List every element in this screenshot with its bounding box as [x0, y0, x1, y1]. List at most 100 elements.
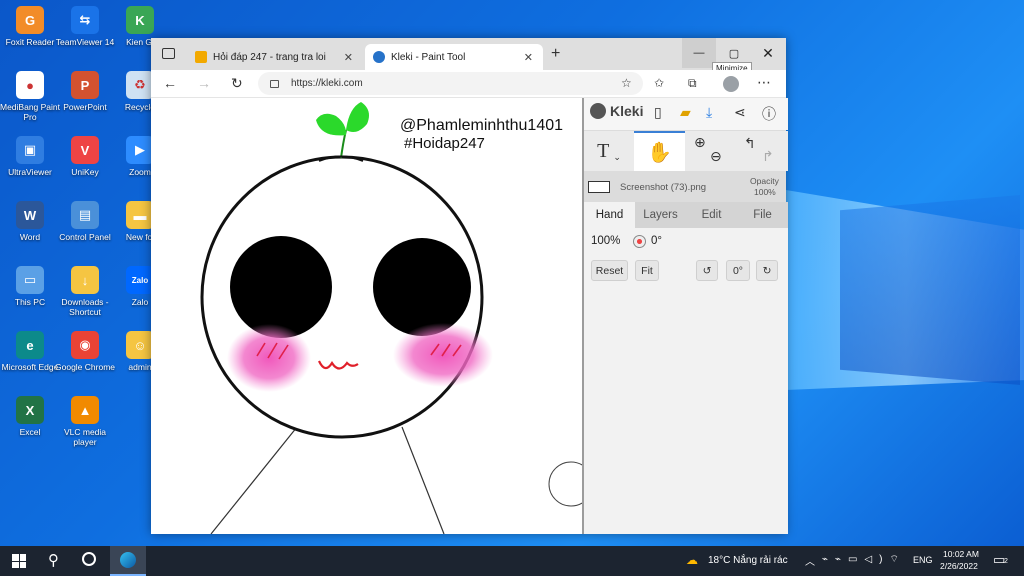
- desktop-app-icon: W: [16, 201, 44, 229]
- tray-chevron-icon[interactable]: ︿: [805, 553, 815, 568]
- desktop-app-icon: ▣: [16, 136, 44, 164]
- desktop-icon-label: Word: [19, 232, 41, 242]
- rotation-reset-button[interactable]: 0°: [726, 260, 750, 281]
- kleki-tabs: Hand Layers Edit File: [584, 202, 788, 228]
- desktop-icon[interactable]: ⇆ TeamViewer 14: [55, 6, 115, 47]
- hand-tool-icon[interactable]: ✋: [634, 131, 685, 171]
- share-icon[interactable]: ⋖: [734, 104, 746, 121]
- desktop-icon[interactable]: W Word: [0, 201, 60, 242]
- desktop-icon-label: UltraViewer: [8, 167, 52, 177]
- desktop-app-icon: ↓: [71, 266, 99, 294]
- close-tab-icon[interactable]: ✕: [524, 51, 533, 64]
- tray-icons[interactable]: ⌁⌁▭◁)⌔: [822, 553, 906, 566]
- layer-thumbnail: [588, 181, 610, 193]
- weather-text[interactable]: 18°C Nắng rải rác: [708, 555, 788, 566]
- desktop-icon[interactable]: ▭ This PC: [0, 266, 60, 307]
- taskbar: ⚲ ☁ 18°C Nắng rải rác ︿ ⌁⌁▭◁)⌔ ENG 10:02…: [0, 546, 1024, 576]
- clock-date[interactable]: 2/26/2022: [940, 561, 978, 571]
- kleki-favicon-icon: [373, 51, 385, 63]
- opacity-label: Opacity: [750, 176, 779, 186]
- zoom-in-icon[interactable]: ⊕: [694, 134, 706, 151]
- undo-icon[interactable]: ↰: [744, 135, 756, 152]
- desktop-app-icon: ◉: [71, 331, 99, 359]
- drawing-canvas[interactable]: @Phamleminhthu1401 #Hoidap247: [151, 98, 582, 534]
- edge-taskbar-icon[interactable]: [110, 546, 146, 576]
- desktop-icon[interactable]: e Microsoft Edge: [0, 331, 60, 372]
- refresh-icon[interactable]: ↻: [231, 75, 243, 92]
- tab-edit[interactable]: Edit: [686, 202, 737, 228]
- desktop-icon[interactable]: ● MediBang Paint Pro: [0, 71, 60, 122]
- redo-icon[interactable]: ↱: [762, 148, 774, 165]
- desktop-icon[interactable]: V UniKey: [55, 136, 115, 177]
- add-favorite-icon[interactable]: ☆: [621, 76, 632, 90]
- back-icon[interactable]: ←: [163, 75, 177, 91]
- layer-row[interactable]: Screenshot (73).png Opacity 100%: [584, 174, 788, 200]
- more-menu-icon[interactable]: ⋯: [757, 74, 771, 91]
- tab-kleki[interactable]: Kleki - Paint Tool ✕: [365, 44, 543, 70]
- kleki-logo-icon: [590, 103, 606, 119]
- body-left-line: [210, 426, 298, 534]
- tab-strip: Hỏi đáp 247 - trang tra loi ✕ Kleki - Pa…: [151, 38, 786, 70]
- desktop-app-icon: ▶: [126, 136, 154, 164]
- kleki-logo[interactable]: Kleki: [590, 103, 643, 119]
- desktop-icon[interactable]: X Excel: [0, 396, 60, 437]
- clock-time[interactable]: 10:02 AM: [943, 549, 979, 559]
- lock-icon: [270, 79, 279, 88]
- desktop-icon[interactable]: ▣ UltraViewer: [0, 136, 60, 177]
- desktop-icon[interactable]: P PowerPoint: [55, 71, 115, 112]
- desktop-icon[interactable]: ◉ Google Chrome: [55, 331, 115, 372]
- fit-button[interactable]: Fit: [635, 260, 659, 281]
- forward-icon[interactable]: →: [197, 75, 211, 91]
- watermark-line1: @Phamleminhthu1401: [400, 117, 564, 134]
- desktop-icon[interactable]: ↓ Downloads - Shortcut: [55, 266, 115, 317]
- desktop-app-icon: Zalo: [126, 266, 154, 294]
- help-icon[interactable]: ⓘ: [762, 104, 776, 124]
- desktop-icon[interactable]: ▲ VLC media player: [55, 396, 115, 447]
- text-tool[interactable]: T ⌄: [584, 131, 634, 171]
- open-folder-icon[interactable]: ▰: [680, 104, 691, 121]
- reset-button[interactable]: Reset: [591, 260, 628, 281]
- desktop-icon[interactable]: ▤ Control Panel: [55, 201, 115, 242]
- watermark-line2: #Hoidap247: [404, 135, 485, 152]
- weather-icon: ☁: [686, 553, 698, 567]
- right-eye: [373, 238, 471, 336]
- search-icon[interactable]: ⚲: [48, 551, 59, 569]
- language-indicator[interactable]: ENG: [913, 555, 933, 565]
- task-view-icon[interactable]: [82, 552, 96, 566]
- hoidap-favicon-icon: [195, 51, 207, 63]
- rotate-right-icon[interactable]: ↻: [756, 260, 778, 281]
- download-icon[interactable]: ⤓: [706, 104, 712, 121]
- tab-hand[interactable]: Hand: [584, 202, 635, 228]
- start-icon[interactable]: [12, 554, 26, 568]
- body-right-line: [401, 426, 445, 534]
- tab-hoidap[interactable]: Hỏi đáp 247 - trang tra loi ✕: [187, 44, 363, 70]
- tab-file[interactable]: File: [737, 202, 788, 228]
- address-bar[interactable]: https://kleki.com: [258, 72, 643, 95]
- profile-avatar[interactable]: [723, 76, 739, 92]
- favorites-icon[interactable]: ✩: [654, 76, 664, 90]
- desktop-app-icon: ▤: [71, 201, 99, 229]
- url-text: https://kleki.com: [291, 78, 363, 89]
- tab-actions-icon[interactable]: [162, 48, 175, 59]
- collections-icon[interactable]: ⧉: [688, 76, 697, 91]
- tab-title: Hỏi đáp 247 - trang tra loi: [213, 51, 326, 63]
- desktop-app-icon: G: [16, 6, 44, 34]
- zoom-value: 100%: [591, 235, 621, 247]
- tab-layers[interactable]: Layers: [635, 202, 686, 228]
- rotate-left-icon[interactable]: ↺: [696, 260, 718, 281]
- desktop-icon[interactable]: G Foxit Reader: [0, 6, 60, 47]
- close-window-button[interactable]: ✕: [751, 38, 785, 68]
- browser-window: Hỏi đáp 247 - trang tra loi ✕ Kleki - Pa…: [151, 38, 788, 534]
- minimize-button[interactable]: —: [682, 38, 716, 68]
- new-tab-button[interactable]: +: [551, 45, 560, 63]
- close-tab-icon[interactable]: ✕: [344, 51, 353, 64]
- desktop-light-panel: [840, 195, 1020, 385]
- desktop-icon-label: Downloads - Shortcut: [61, 297, 109, 317]
- drawing: [200, 102, 582, 534]
- new-image-icon[interactable]: ▯: [654, 104, 662, 121]
- desktop-icon-label: Control Panel: [59, 232, 111, 242]
- desktop-app-icon: ⇆: [71, 6, 99, 34]
- zoom-out-icon[interactable]: ⊖: [710, 148, 722, 165]
- left-blush: [227, 324, 311, 392]
- desktop-icon-label: Google Chrome: [55, 362, 116, 372]
